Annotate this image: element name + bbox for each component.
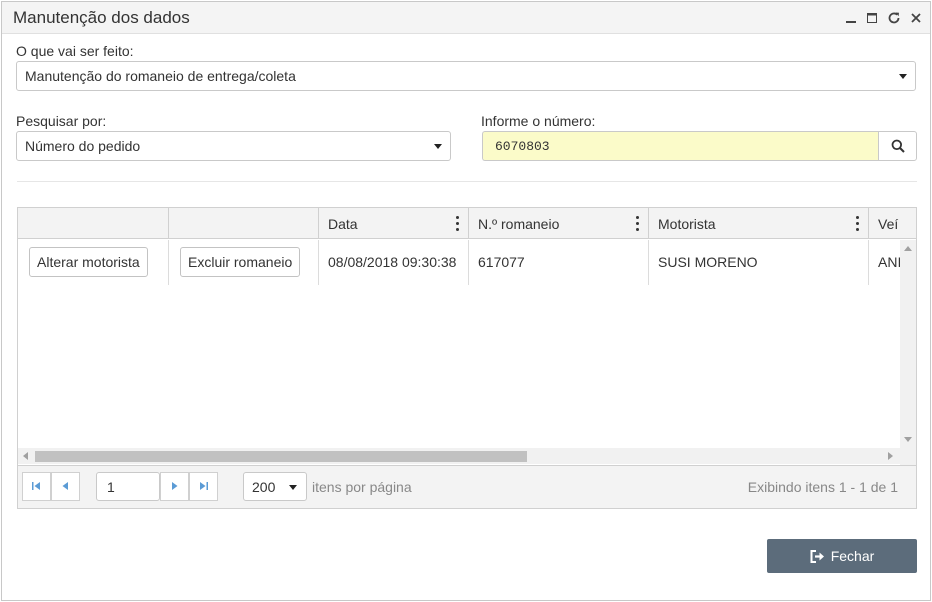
delete-romaneio-button[interactable]: Excluir romaneio: [180, 247, 301, 277]
last-page-button[interactable]: [189, 472, 218, 501]
table-cell-data: 08/08/2018 09:30:38: [319, 240, 469, 285]
table-cell: Excluir romaneio: [169, 240, 319, 285]
close-button-label: Fechar: [830, 548, 875, 564]
action-select-value: Manutenção do romaneio de entrega/coleta: [25, 68, 296, 84]
action-select[interactable]: Manutenção do romaneio de entrega/coleta: [16, 61, 916, 91]
title-bar[interactable]: Manutenção dos dados: [2, 2, 930, 34]
table-cell-motorista: SUSI MORENO: [649, 240, 869, 285]
table-cell-veiculo: ANI: [878, 254, 900, 270]
column-header-data[interactable]: Data: [319, 208, 469, 239]
chevron-down-icon: [289, 485, 297, 490]
dialog-title: Manutenção dos dados: [13, 8, 190, 27]
scroll-down-icon[interactable]: [904, 437, 912, 442]
action-label: O que vai ser feito:: [16, 43, 134, 59]
table-cell: Alterar motorista: [18, 240, 169, 285]
first-page-icon: [32, 482, 40, 490]
grid-header: Data N.º romaneio Motorista Veí: [18, 208, 916, 239]
vertical-scrollbar[interactable]: [900, 240, 916, 465]
column-header-action1: [18, 208, 169, 239]
section-divider: [17, 181, 917, 182]
prev-page-button[interactable]: [51, 472, 80, 501]
sign-out-icon: [810, 549, 824, 563]
horizontal-scrollbar[interactable]: [18, 448, 900, 464]
pager: 200 itens por página Exibindo itens 1 - …: [18, 465, 916, 508]
number-input[interactable]: [482, 131, 880, 161]
refresh-icon[interactable]: [885, 9, 903, 27]
column-menu-icon[interactable]: [635, 216, 639, 231]
dialog-window: Manutenção dos dados O que vai ser feito…: [1, 1, 931, 601]
search-by-label: Pesquisar por:: [16, 113, 107, 129]
column-menu-icon[interactable]: [455, 216, 459, 231]
maximize-icon[interactable]: [863, 9, 881, 27]
column-menu-icon[interactable]: [855, 216, 859, 231]
last-page-icon: [200, 482, 208, 490]
column-header-motorista[interactable]: Motorista: [649, 208, 869, 239]
column-header-veiculo[interactable]: Veí: [869, 208, 916, 239]
pager-info: Exibindo itens 1 - 1 de 1: [747, 479, 898, 495]
number-label: Informe o número:: [481, 113, 596, 129]
search-by-select[interactable]: Número do pedido: [16, 131, 451, 161]
table-row: Alterar motorista Excluir romaneio 08/08…: [18, 240, 900, 285]
chevron-down-icon: [434, 144, 442, 149]
minimize-icon[interactable]: [842, 9, 860, 27]
page-size-select[interactable]: 200: [243, 472, 307, 501]
close-button[interactable]: Fechar: [767, 539, 917, 573]
scroll-up-icon[interactable]: [904, 246, 912, 251]
next-page-button[interactable]: [160, 472, 189, 501]
search-icon: [891, 139, 905, 153]
chevron-down-icon: [899, 74, 907, 79]
prev-page-icon: [62, 482, 68, 490]
first-page-button[interactable]: [22, 472, 51, 501]
horizontal-scroll-thumb[interactable]: [35, 451, 527, 462]
scroll-left-icon[interactable]: [23, 452, 28, 460]
results-grid: Data N.º romaneio Motorista Veí Alterar …: [17, 207, 917, 509]
table-cell-romaneio: 617077: [469, 240, 649, 285]
column-header-romaneio[interactable]: N.º romaneio: [469, 208, 649, 239]
search-button[interactable]: [878, 131, 917, 161]
page-number-input[interactable]: [96, 472, 160, 501]
search-by-value: Número do pedido: [25, 138, 141, 154]
page-size-label: itens por página: [312, 479, 412, 495]
column-header-action2: [169, 208, 319, 239]
scroll-right-icon[interactable]: [888, 452, 893, 460]
change-driver-button[interactable]: Alterar motorista: [29, 247, 148, 277]
next-page-icon: [172, 482, 178, 490]
close-icon[interactable]: [907, 9, 925, 27]
